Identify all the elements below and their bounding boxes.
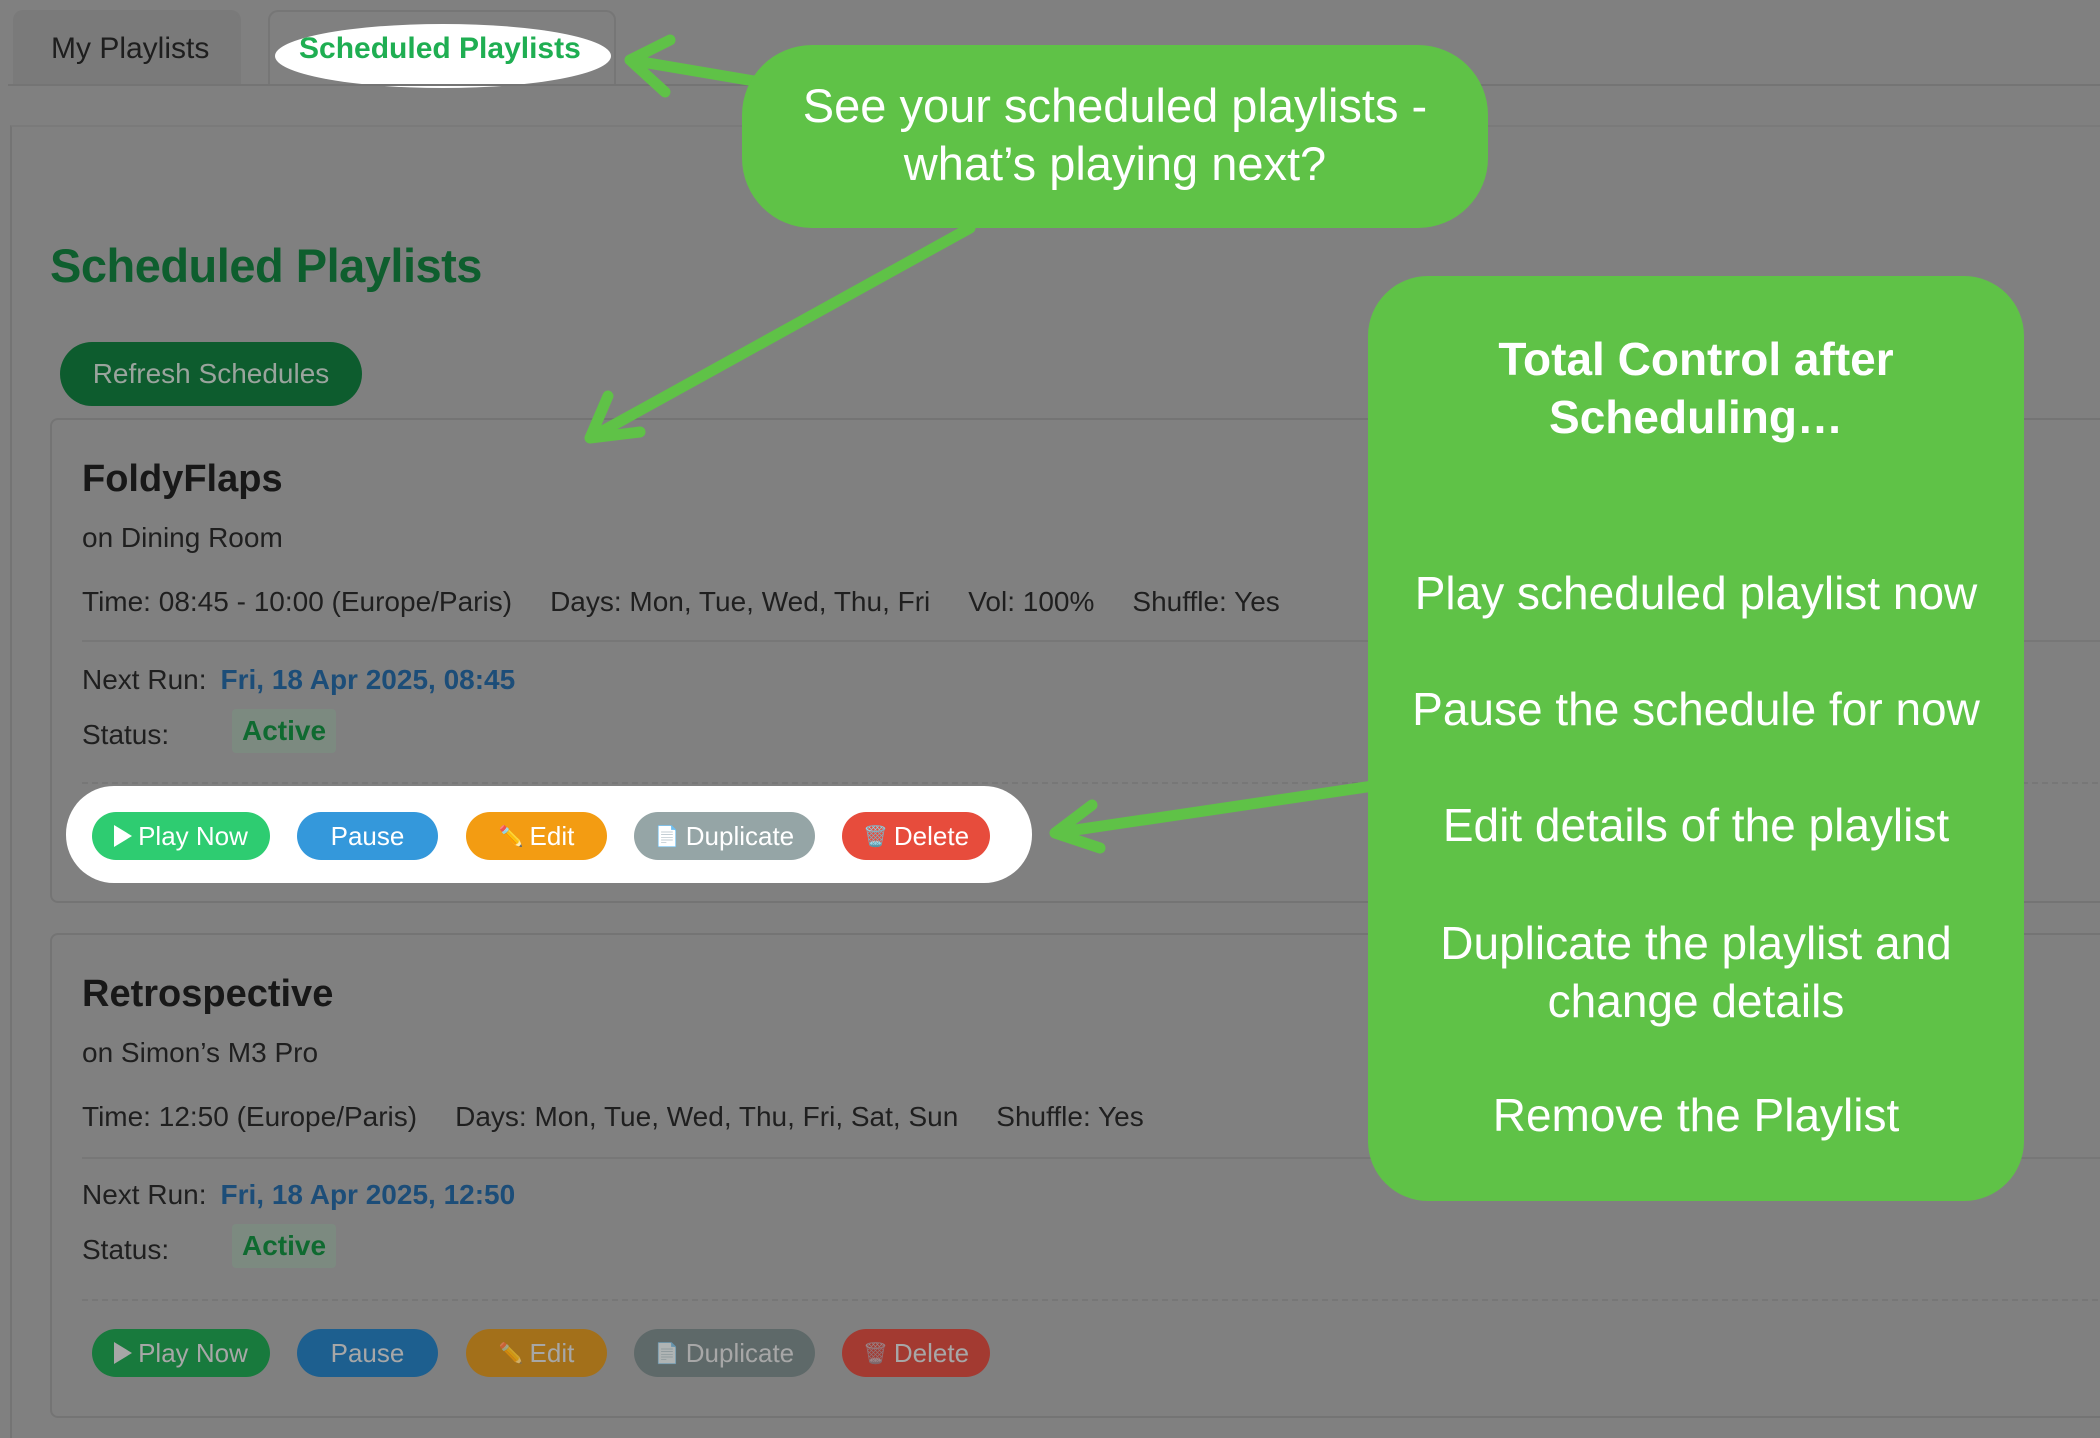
arrow-to-actions [1049,779,1386,854]
callout-title: Total Control after [1498,333,1894,385]
callout-title: Scheduling… [1549,391,1843,443]
arrow-to-card [584,222,976,444]
callout-item: Pause the schedule for now [1412,683,1980,735]
arrow-to-tab [624,34,766,98]
callout-item: Edit details of the playlist [1442,799,1950,851]
callout-item: Play scheduled playlist now [1414,567,1978,619]
callout-item: Remove the Playlist [1492,1089,1900,1141]
callout-side: Total Control after Scheduling… Play sch… [1368,276,2024,1201]
callout-line: what’s playing next? [903,137,1327,190]
callout-item: Duplicate the playlist and change detail… [1440,917,1952,1027]
callout-top: See your scheduled playlists - what’s pl… [742,45,1488,228]
callout-line: See your scheduled playlists - [802,79,1428,132]
